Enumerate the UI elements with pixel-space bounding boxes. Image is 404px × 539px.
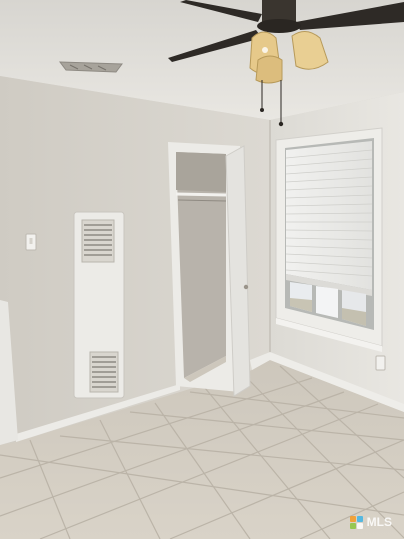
watermark-brand-text: MLS [366,515,392,529]
window [275,127,383,352]
door-knob [243,284,249,290]
ceiling-air-vent [58,61,123,73]
window-pane [316,286,338,318]
closet-shelf [175,192,227,197]
wall-outlet [375,355,386,371]
closet [168,142,251,397]
puzzle-logo-icon [349,515,363,529]
mls-watermark: MLS [349,515,392,529]
window-blinds [286,141,372,290]
room-illustration [0,0,404,539]
wall-heater [73,211,125,399]
room-photo: MLS [0,0,404,539]
